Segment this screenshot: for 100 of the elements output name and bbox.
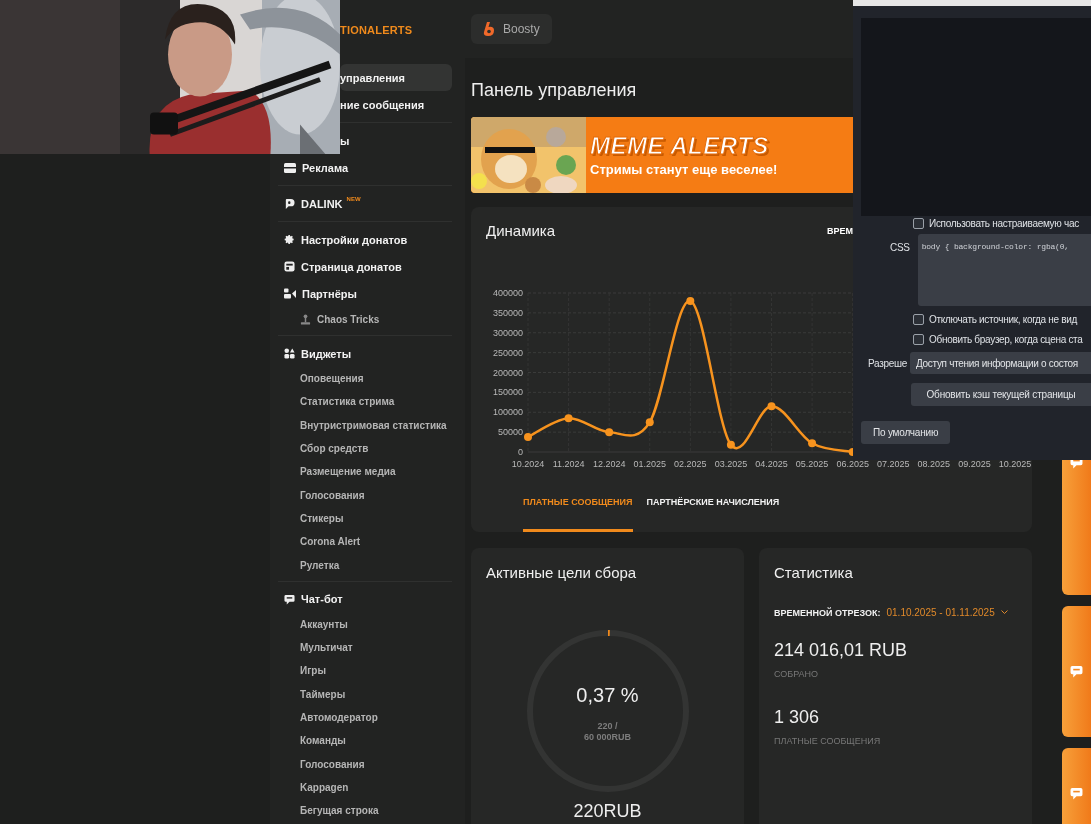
nav-item[interactable]: Настройки донатов xyxy=(278,226,452,253)
chat-icon xyxy=(284,593,295,605)
nav-item[interactable]: Автомодератор xyxy=(278,705,452,730)
x-tick-label: 10.2024 xyxy=(511,459,545,469)
y-tick-label: 250000 xyxy=(492,347,523,358)
x-tick-label: 09.2025 xyxy=(958,459,991,469)
nav-item[interactable]: Реклама xyxy=(278,154,452,181)
data-point xyxy=(524,432,532,441)
defaults-button[interactable]: По умолчанию xyxy=(861,421,951,444)
x-tick-label: 11.2024 xyxy=(552,459,585,469)
period-dropdown[interactable]: 01.10.2025 - 01.11.2025 xyxy=(886,607,995,618)
chart-tab[interactable]: ПАРТНЁРСКИЕ НАЧИСЛЕНИЯ xyxy=(646,497,780,532)
field-label: CSS xyxy=(890,242,910,253)
field-label: Разреше xyxy=(868,357,907,369)
nav-item[interactable]: Рулетка xyxy=(278,553,452,577)
data-point xyxy=(686,296,695,305)
nav-item[interactable]: Kappagen xyxy=(278,775,452,800)
ad-icon xyxy=(284,162,296,173)
nav-item[interactable]: Аккаунты xyxy=(278,612,452,636)
x-tick-label: 02.2025 xyxy=(674,459,707,469)
widgets-icon xyxy=(284,348,295,359)
collected-amount: 214 016,01 RUB xyxy=(774,640,909,661)
nav-item[interactable]: Статистика стрима xyxy=(278,390,452,414)
y-tick-label: 150000 xyxy=(492,387,523,398)
card-title: Динамика xyxy=(486,222,556,239)
permission-select[interactable]: Доступ чтения информации о состоя xyxy=(910,352,1091,374)
goal-collected-text: 220 / xyxy=(597,720,618,732)
nav-item[interactable]: Внутристримовая статистика xyxy=(278,413,452,437)
x-tick-label: 03.2025 xyxy=(714,459,748,469)
gear-icon xyxy=(284,234,295,245)
banner-title: MEME ALERTS xyxy=(590,133,770,158)
page-title: Панель управления xyxy=(471,80,638,101)
goal-target-text: 60 000RUB xyxy=(584,731,631,743)
y-tick-label: 400000 xyxy=(492,288,523,298)
nav-item[interactable]: Игры xyxy=(278,659,452,683)
css-field[interactable]: body { background-color: rgba(0, xyxy=(917,234,1091,306)
y-tick-label: 50000 xyxy=(497,427,523,438)
logo-text: TIONALERTS xyxy=(340,24,413,36)
nav-item[interactable]: Чат-бот xyxy=(278,585,452,613)
checkbox-label: Использовать настраиваемую час xyxy=(929,218,1079,229)
partners-icon xyxy=(284,288,296,299)
nav-item[interactable]: Страница донатов xyxy=(278,253,452,280)
checkbox[interactable] xyxy=(913,218,924,229)
y-tick-label: 350000 xyxy=(492,307,523,318)
nav-item[interactable]: Chaos Tricks xyxy=(278,307,452,331)
messages-count: 1 306 xyxy=(774,707,821,728)
x-tick-label: 07.2025 xyxy=(877,459,910,469)
card-title: Статистика xyxy=(774,564,854,581)
nav-item[interactable]: Виджеты xyxy=(278,340,452,367)
checkbox-label: Обновить браузер, когда сцена ста xyxy=(929,334,1083,345)
chat-icon xyxy=(1070,786,1083,800)
period-label: ВРЕМ xyxy=(827,225,853,236)
nav-item[interactable]: управления xyxy=(340,64,452,91)
nav-item[interactable]: Стикеры xyxy=(278,506,452,531)
nav-item[interactable]: Партнёры xyxy=(278,280,452,307)
banner-subtitle: Стримы станут еще веселее! xyxy=(590,161,778,177)
chart-tab[interactable]: ПЛАТНЫЕ СООБЩЕНИЯ xyxy=(523,497,633,532)
logo-icon xyxy=(483,22,495,36)
nav-item[interactable]: Размещение медиа xyxy=(278,460,452,484)
x-tick-label: 06.2025 xyxy=(836,459,869,469)
nav-item[interactable]: Мультичат xyxy=(278,635,452,660)
y-tick-label: 100000 xyxy=(492,407,523,418)
y-tick-label: 0 xyxy=(518,447,523,457)
nav-item[interactable]: Команды xyxy=(278,729,452,753)
chat-icon xyxy=(1070,665,1083,678)
x-tick-label: 12.2024 xyxy=(592,459,626,469)
nav-item[interactable]: Corona Alert xyxy=(278,530,452,554)
x-tick-label: 10.2025 xyxy=(998,459,1032,469)
data-point xyxy=(605,428,614,437)
data-point xyxy=(564,414,573,423)
nav-item[interactable]: Оповещения xyxy=(278,367,452,391)
dalink-icon xyxy=(284,197,295,210)
goal-percent: 0,37 % xyxy=(576,683,639,707)
x-tick-label: 04.2025 xyxy=(755,459,788,469)
y-tick-label: 300000 xyxy=(492,327,523,338)
refresh-cache-button[interactable]: Обновить кэш текущей страницы xyxy=(911,383,1091,406)
nav-item[interactable]: Голосования xyxy=(278,752,452,776)
x-tick-label: 05.2025 xyxy=(795,459,829,469)
nav-item[interactable]: DALINK $^{NEW}$ xyxy=(278,190,452,217)
x-tick-label: 01.2025 xyxy=(633,459,666,469)
nav-item[interactable]: Голосования xyxy=(278,483,452,507)
x-tick-label: 08.2025 xyxy=(917,459,951,469)
nav-item[interactable]: ние сообщения xyxy=(340,91,452,118)
joystick-icon xyxy=(300,313,311,325)
boosty-button[interactable]: Boosty xyxy=(471,14,552,44)
nav-item[interactable]: Бегущая строка xyxy=(278,799,452,823)
nav-item[interactable]: Таймеры xyxy=(278,682,452,706)
goal-amount: 220RUB xyxy=(572,801,643,822)
y-tick-label: 200000 xyxy=(492,367,523,378)
nav-item[interactable]: Сбор средств xyxy=(278,436,452,461)
checkbox[interactable] xyxy=(913,314,924,325)
nav-item[interactable]: ы xyxy=(340,127,452,154)
collected-caption: СОБРАНО xyxy=(774,669,820,679)
chevron-down-icon xyxy=(1000,610,1008,615)
checkbox[interactable] xyxy=(913,334,924,345)
data-point xyxy=(808,439,817,448)
card-title: Активные цели сбора xyxy=(486,564,638,581)
data-point xyxy=(726,440,735,449)
messages-caption: ПЛАТНЫЕ СООБЩЕНИЯ xyxy=(774,736,882,746)
layout-icon xyxy=(284,261,295,272)
